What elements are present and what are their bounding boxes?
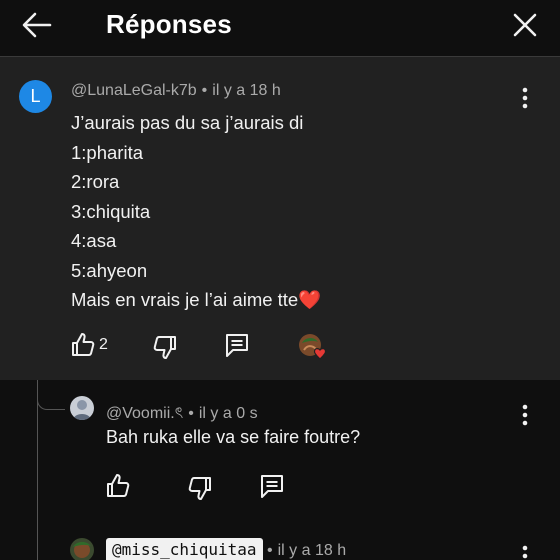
avatar[interactable]: L <box>19 80 52 113</box>
reply-body: Bah ruka elle va se faire foutre? <box>106 427 361 447</box>
dislike-icon[interactable] <box>151 333 179 361</box>
comment-line: 2:rora <box>71 171 120 192</box>
dislike-icon[interactable] <box>186 474 214 502</box>
more-options-icon[interactable] <box>517 403 533 427</box>
comment-line: 5:ahyeon <box>71 259 148 281</box>
page-title: Réponses <box>106 9 232 39</box>
meta-separator: • <box>267 542 273 559</box>
back-arrow-icon[interactable] <box>20 10 54 40</box>
meta-separator: • <box>188 405 194 422</box>
avatar[interactable] <box>70 538 94 560</box>
header: Réponses <box>0 0 560 56</box>
reply-author[interactable]: @Voomii.ৎ <box>106 405 183 422</box>
reply-author[interactable]: @miss_chiquitaa <box>106 538 263 560</box>
thread-connector <box>37 380 65 410</box>
more-options-icon[interactable] <box>517 86 533 110</box>
reply-meta: • il y a 18 h <box>262 542 346 560</box>
close-icon[interactable] <box>510 10 540 40</box>
comment-body: J’aurais pas du sa j’aurais di 1:pharita… <box>71 108 321 315</box>
comment-line: 3:chiquita <box>71 200 151 222</box>
reply-time: il y a 0 s <box>198 405 258 422</box>
comment-line: 4:asa <box>71 230 117 251</box>
reply-time: il y a 18 h <box>277 542 347 559</box>
comment-line: Mais en vrais je l’ai aime tte❤️ <box>71 289 322 310</box>
like-icon[interactable] <box>69 331 97 359</box>
comment-meta: @LunaLeGal-k7b • il y a 18 h <box>71 82 281 100</box>
comment-time: il y a 18 h <box>212 82 281 99</box>
reply-meta: @Voomii.ৎ • il y a 0 s <box>106 400 258 427</box>
like-count: 2 <box>99 336 108 353</box>
avatar[interactable] <box>70 396 94 420</box>
comment-author[interactable]: @LunaLeGal-k7b <box>71 82 197 99</box>
comment-line: J’aurais pas du sa j’aurais di <box>71 112 304 133</box>
more-options-icon[interactable] <box>517 544 533 560</box>
reply-icon[interactable] <box>223 331 251 359</box>
reply-icon[interactable] <box>258 472 286 500</box>
comment-line: 1:pharita <box>71 141 143 163</box>
like-icon[interactable] <box>104 472 132 500</box>
meta-separator: • <box>201 82 208 99</box>
creator-heart-icon[interactable] <box>298 333 330 363</box>
thread-line <box>37 380 38 560</box>
